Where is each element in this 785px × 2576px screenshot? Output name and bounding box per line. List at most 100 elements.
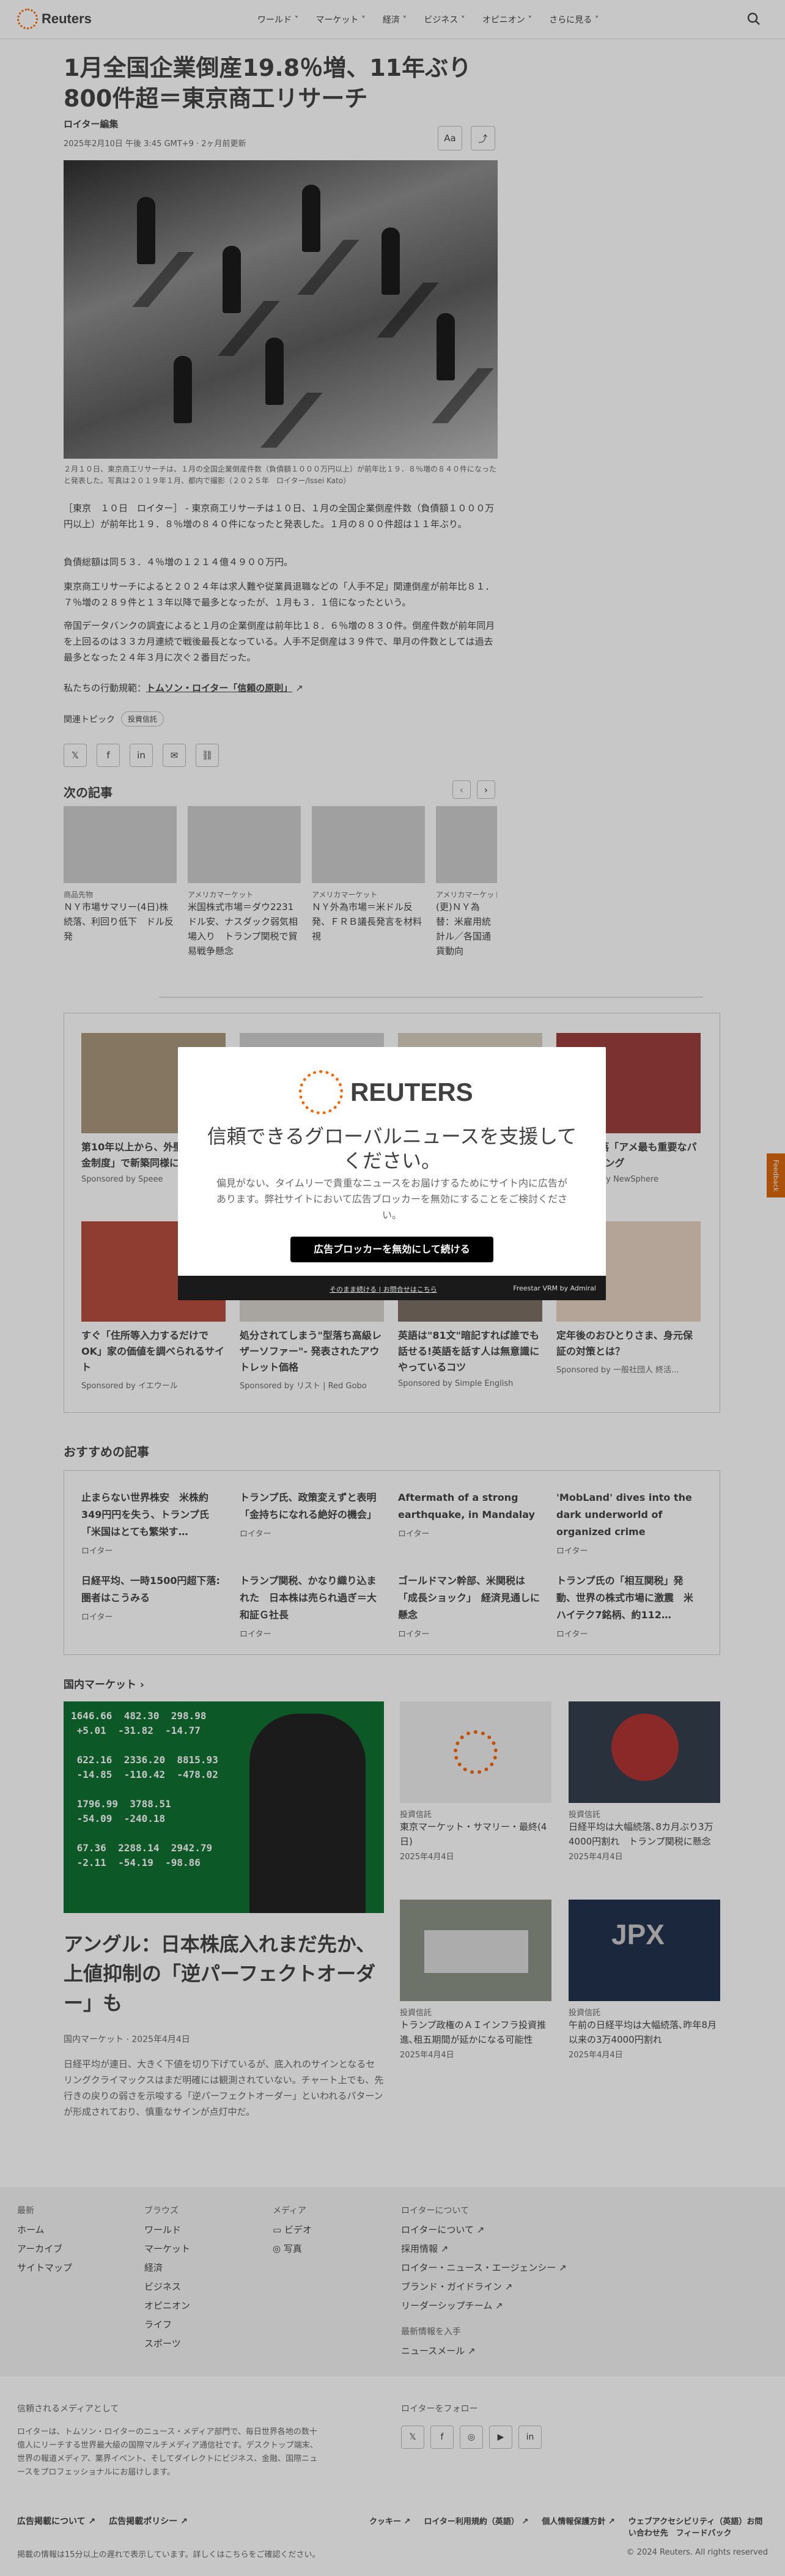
adblock-modal: REUTERS 信頼できるグローバルニュースを支援してください。 偏見がない、タ… (178, 1047, 606, 1300)
market-card[interactable]: JPX 投資信託 午前の日経平均は大幅続落､昨年8月以来の3万4000円割れ 202… (569, 1900, 720, 2060)
footer-link[interactable]: オピニオン (144, 2297, 190, 2315)
modal-footer: そのまま続ける | お問合せはこちら Freestar VRM by Admir… (178, 1276, 606, 1300)
footer-col-latest: 最新 ホーム アーカイブ サイトマップ (17, 2202, 72, 2278)
facebook-icon[interactable]: f (430, 2426, 454, 2449)
trusted-heading: 信頼されるメディアとして (17, 2404, 119, 2414)
reuters-logo-mark-icon (299, 1070, 343, 1114)
footer-link[interactable]: マーケット (144, 2240, 190, 2259)
market-board-photo[interactable]: 1646.66 482.30 298.98 +5.01 -31.82 -14.7… (64, 1701, 384, 1913)
footer-legal-link[interactable]: クッキー ↗ (369, 2515, 410, 2538)
feedback-tab[interactable]: Feedback (767, 1153, 785, 1197)
footer-link[interactable]: アーカイブ (17, 2240, 72, 2259)
link-copy-icon[interactable]: ⛓ (196, 744, 219, 767)
topic-pill[interactable]: 投資信託 (121, 711, 164, 727)
recommended-item[interactable]: 日経平均、一時1500円超下落:圏者はこうみる ロイター (81, 1572, 226, 1622)
facebook-share-icon[interactable]: f (97, 744, 120, 767)
footer-link[interactable]: ブランド・ガイドライン ↗ (401, 2278, 567, 2297)
delay-note: 掲載の情報は15分以上の遅れで表示しています。詳しくはこちらをご確認ください。 (17, 2550, 320, 2559)
camera-icon: ◎ (273, 2243, 281, 2254)
search-icon[interactable] (747, 12, 761, 26)
photo-caption: ２月１０日、東京商工リサーチは、１月の全国企業倒産件数（負債額１０００万円以上）… (64, 465, 497, 485)
market-card[interactable]: 投資信託 日経平均は大幅続落､8カ月ぶり3万4000円割れ トランプ関税に懸念 20… (569, 1701, 720, 1862)
next-article-card[interactable]: アメリカマーケット (更)ＮＹ為替：米雇用統計ル／各国通貨動向 (436, 806, 497, 958)
footer-legal-link[interactable]: ロイター利用規約（英語） ↗ (424, 2515, 528, 2538)
domestic-markets-title[interactable]: 国内マーケット › (64, 1676, 144, 1691)
related-topics: 関連トピック 投資信託 (64, 711, 498, 727)
domestic-lead-headline[interactable]: アングル：日本株底入れまだ先か、上値抑制の「逆パーフェクトオーダー」も (64, 1930, 384, 2018)
nav-world[interactable]: ワールド ˅ (257, 13, 298, 26)
footer-legal-link[interactable]: 広告掲載について ↗ (17, 2515, 95, 2527)
market-card[interactable]: 投資信託 東京マーケット・サマリー・最終(4日) 2025年4月4日 (400, 1701, 551, 1862)
footer-legal-link[interactable]: 広告掲載ポリシー ↗ (109, 2515, 188, 2527)
footer-col-about: ロイターについて ロイターについて ↗ 採用情報 ↗ ロイター・ニュース・エージ… (401, 2202, 567, 2361)
footer-nav (0, 2187, 785, 2377)
next-article-card[interactable]: 商品先物 ＮＹ市場サマリー(4日)株続落、利回り低下 ドル反発 (64, 806, 177, 944)
carousel-next-icon[interactable]: › (477, 780, 495, 799)
site-header: Reuters ワールド ˅ マーケット ˅ 経済 ˅ ビジネス ˅ オピニオン… (0, 0, 785, 39)
newsletter-link[interactable]: ニュースメール ↗ (401, 2342, 567, 2361)
article-paragraph: ［東京 １０日 ロイター］ - 東京商工リサーチは１０日、１月の全国企業倒産件数… (64, 503, 495, 530)
recommended-item[interactable]: 'MobLand' dives into the dark underworld… (556, 1489, 701, 1556)
reuters-logo[interactable]: Reuters (17, 9, 92, 29)
nav-more[interactable]: さらに見る ˅ (549, 13, 599, 26)
recommended-item[interactable]: トランプ関税、かなり織り込まれた 日本株は売られ過ぎ＝大和証Ｇ社長 ロイター (240, 1572, 384, 1639)
byline[interactable]: ロイター編集 (64, 117, 498, 130)
instagram-icon[interactable]: ◎ (460, 2426, 483, 2449)
nav-markets[interactable]: マーケット ˅ (315, 13, 365, 26)
nav-business[interactable]: ビジネス ˅ (424, 13, 465, 26)
recommended-box: 止まらない世界株安 米株約349円円を失う、トランプ氏「米国はとても繁栄す… ロイ… (64, 1470, 720, 1655)
disable-adblock-button[interactable]: 広告ブロッカーを無効にして続ける (290, 1237, 493, 1262)
dateline: 2025年2月10日 午後 3:45 GMT+9 · 2ヶ月前更新 (64, 139, 246, 149)
article-paragraph: 東京商工リサーチによると２０２４年は求人難や従業員退職などの「人手不足」関連倒産… (64, 581, 495, 608)
recommended-item[interactable]: トランプ氏の「相互関税」発動、世界の株式市場に激震 米ハイテク7銘柄、約112…… (556, 1572, 701, 1639)
modal-headline: 信頼できるグローバルニュースを支援してください。 (207, 1125, 577, 1172)
footer-legal-link[interactable]: ウェブアクセシビリティ（英語）お問い合わせ先 フィードバック (628, 2515, 763, 2538)
footer-link[interactable]: サイトマップ (17, 2259, 72, 2278)
footer-link[interactable]: 採用情報 ↗ (401, 2240, 567, 2259)
article-paragraph: 負債総額は同５３．４％増の１２１４億４９００万円。 (64, 557, 293, 568)
next-articles-title: 次の記事 (64, 785, 112, 800)
footer-link[interactable]: スポーツ (144, 2334, 190, 2353)
x-icon[interactable]: 𝕏 (401, 2426, 424, 2449)
reuters-wordmark: Reuters (42, 11, 92, 26)
principles-line: 私たちの行動規範：トムソン・ロイター「信頼の原則」 ↗ (64, 683, 303, 694)
admiral-brand: Freestar VRM by Admiral (513, 1284, 596, 1292)
share-icon: ⤴ (478, 133, 488, 144)
article-title: 1月全国企業倒産19.8％増、11年ぶり800件超＝東京商工リサーチ (64, 54, 472, 112)
nav-economy[interactable]: 経済 ˅ (383, 13, 407, 26)
nav-opinion[interactable]: オピニオン ˅ (482, 13, 532, 26)
principles-link[interactable]: トムソン・ロイター「信頼の原則」 (146, 683, 292, 694)
footer-legal-link[interactable]: 個人情報保護方針 ↗ (542, 2515, 614, 2538)
text-size-button[interactable]: Aa (438, 126, 462, 150)
recommended-item[interactable]: トランプ氏、政策変えずと表明「金持ちになれる絶好の機会」 ロイター (240, 1489, 384, 1539)
x-share-icon[interactable]: 𝕏 (64, 744, 87, 767)
market-card[interactable]: 投資信託 トランプ政権のＡＩインフラ投資推進､租五期間が延かになる可能性 2025年… (400, 1900, 551, 2060)
next-article-card[interactable]: アメリカマーケット 米国株式市場＝ダウ2231ドル安、ナスダック弱気相場入り トラ… (188, 806, 301, 958)
footer-link[interactable]: リーダーシップチーム ↗ (401, 2297, 567, 2315)
follow-heading: ロイターをフォロー (401, 2404, 478, 2414)
footer-link[interactable]: ◎ 写真 (273, 2240, 312, 2259)
footer-link[interactable]: ロイター・ニュース・エージェンシー ↗ (401, 2259, 567, 2278)
footer-legal-left: 広告掲載について ↗ 広告掲載ポリシー ↗ (17, 2515, 188, 2527)
footer-link[interactable]: ライフ (144, 2315, 190, 2334)
recommended-item[interactable]: Aftermath of a strong earthquake, in Man… (398, 1489, 542, 1539)
recommended-title: おすすめの記事 (64, 1445, 149, 1459)
continue-link[interactable]: そのまま続ける | お問合せはこちら (330, 1284, 437, 1294)
youtube-icon[interactable]: ▶ (489, 2426, 512, 2449)
email-share-icon[interactable]: ✉ (163, 744, 186, 767)
next-article-card[interactable]: アメリカマーケット ＮＹ外為市場＝米ドル反発、ＦＲＢ議長発言を材料視 (312, 806, 425, 944)
footer-link[interactable]: ロイターについて ↗ (401, 2221, 567, 2240)
footer-link[interactable]: 経済 (144, 2259, 190, 2278)
recommended-item[interactable]: ゴールドマン幹部、米関税は「成長ショック」 経済見通しに懸念 ロイター (398, 1572, 542, 1639)
domestic-lead-summary: 日経平均が連日、大きく下値を切り下げているが、底入れのサインとなるセリングクライ… (64, 2059, 384, 2117)
recommended-item[interactable]: 止まらない世界株安 米株約349円円を失う、トランプ氏「米国はとても繁栄す… ロイ… (81, 1489, 226, 1556)
footer-link[interactable]: ビジネス (144, 2278, 190, 2297)
footer-link[interactable]: ▭ ビデオ (273, 2221, 312, 2240)
carousel-prev-icon[interactable]: ‹ (452, 780, 471, 799)
footer-link[interactable]: ホーム (17, 2221, 72, 2240)
footer-link[interactable]: ワールド (144, 2221, 190, 2240)
footer-col-browse: ブラウズ ワールド マーケット 経済 ビジネス オピニオン ライフ スポーツ (144, 2202, 190, 2353)
share-button[interactable]: ⤴ (471, 126, 495, 150)
linkedin-share-icon[interactable]: in (130, 744, 153, 767)
linkedin-icon[interactable]: in (518, 2426, 542, 2449)
